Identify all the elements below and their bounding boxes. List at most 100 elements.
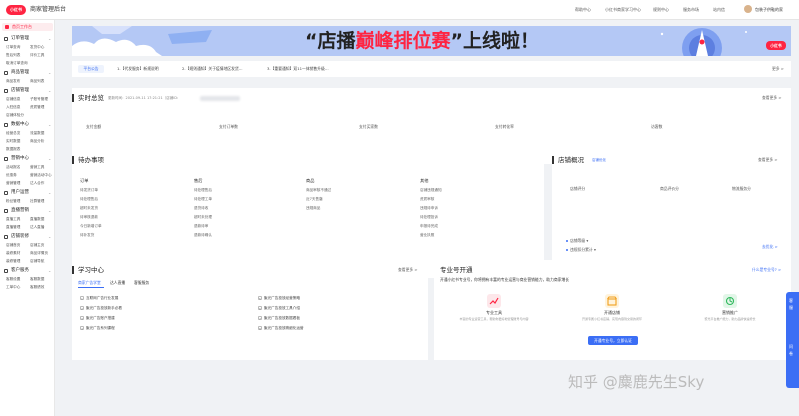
todo-item[interactable]: 违规待申诉	[420, 206, 438, 211]
todo-item[interactable]: 违规商品	[306, 206, 320, 211]
sidebar-item[interactable]: 店铺首页	[6, 243, 20, 248]
sidebar-item[interactable]: 数据报表	[6, 147, 20, 152]
sidebar-item[interactable]: 客服数据	[30, 277, 44, 282]
sidebar-item[interactable]: 直播数据	[30, 217, 44, 222]
sidebar-item[interactable]: 达人合作	[30, 181, 44, 186]
tab-service[interactable]: 客服服务	[134, 280, 149, 286]
sidebar-section-header[interactable]: 订单管理 ⌄	[4, 36, 52, 42]
sidebar-item[interactable]: 店铺体验分	[6, 113, 24, 118]
sidebar-item[interactable]: 店铺信息	[6, 97, 20, 102]
todo-item[interactable]: 待补发货	[80, 233, 94, 238]
sidebar-section-header[interactable]: 数据中心 ⌄	[4, 122, 52, 128]
sidebar-item[interactable]: 优惠券	[6, 173, 17, 178]
course-item[interactable]: 4 聚光广告系列课程	[80, 326, 115, 331]
course-item[interactable]: 1 互联网广告行业发展	[80, 296, 118, 301]
course-item[interactable]: 2 聚光广告投放新手必看	[80, 306, 122, 311]
sidebar-item[interactable]: 商品列表	[30, 79, 44, 84]
sidebar-section-header[interactable]: 营销中心 ⌄	[4, 156, 52, 162]
todo-item[interactable]: 资质审核	[420, 197, 434, 202]
top-link-rules[interactable]: 规则中心	[653, 7, 669, 13]
sidebar-item[interactable]: 工单中心	[6, 285, 20, 290]
promo-banner[interactable]: “店播巅峰排位赛”上线啦！ 小红书	[72, 26, 791, 56]
sidebar-section-header[interactable]: 商品管理 ⌄	[4, 70, 52, 76]
todo-item[interactable]: 店铺违规通知	[420, 188, 442, 193]
todo-item[interactable]: 待审核退款	[80, 215, 98, 220]
todo-item[interactable]: 待处理售后	[194, 188, 212, 193]
float-tab-survey[interactable]: 问	[789, 344, 793, 349]
todo-item[interactable]: 商品审核不通过	[306, 188, 331, 193]
todo-item[interactable]: 超时未发货	[80, 206, 98, 211]
shop-optimize-link[interactable]: 去优化 >	[762, 244, 778, 250]
learning-more-link[interactable]: 查看更多 >	[398, 267, 418, 273]
sidebar-item[interactable]: 直播工具	[6, 217, 20, 222]
shop-more-link[interactable]: 查看更多 >	[758, 157, 778, 163]
tab-live[interactable]: 达人直播	[110, 280, 125, 286]
todo-item[interactable]: 待处理售后	[80, 197, 98, 202]
top-link-help[interactable]: 帮助中心	[575, 7, 591, 13]
user-name[interactable]: 包装子供鞋的家	[755, 7, 783, 13]
notice-item[interactable]: 1.【代发服务】新规说明	[117, 66, 159, 72]
sidebar-item-home[interactable]: 首页工作台	[2, 23, 53, 31]
sidebar-item[interactable]: 子账号管理	[30, 97, 48, 102]
shop-subtitle[interactable]: 店铺优化	[592, 158, 606, 163]
todo-item[interactable]: 近7天售罄	[306, 197, 323, 202]
sidebar-item[interactable]: 装修管理	[6, 259, 20, 264]
sidebar-section-header[interactable]: 店铺管理 ⌄	[4, 88, 52, 94]
sidebar-item[interactable]: 直播管理	[6, 225, 20, 230]
sidebar-item[interactable]: 装修素材	[6, 251, 20, 256]
sidebar-item[interactable]: 实时数据	[6, 139, 20, 144]
todo-item[interactable]: 营业执照	[420, 233, 434, 238]
sidebar-item[interactable]: 入驻信息	[6, 105, 20, 110]
todo-item[interactable]: 退款待审	[194, 224, 208, 229]
todo-item[interactable]: 退款待确认	[194, 233, 212, 238]
sidebar-item[interactable]: 店铺主页	[30, 243, 44, 248]
course-item[interactable]: 7 聚光广告投放数据看板	[258, 316, 300, 321]
sidebar-item[interactable]: 营销工具	[30, 165, 44, 170]
avatar[interactable]	[744, 5, 752, 13]
course-item[interactable]: 6 聚光广告投放工具介绍	[258, 306, 300, 311]
sidebar-item[interactable]: 营销管理	[6, 181, 20, 186]
sidebar-section-header[interactable]: 用户运营 ⌄	[4, 190, 52, 196]
sidebar-item[interactable]: 社群管理	[30, 199, 44, 204]
sidebar-item[interactable]: 客服设置	[6, 277, 20, 282]
sidebar-item[interactable]: 商品发布	[6, 79, 20, 84]
todo-item[interactable]: 待发货订单	[80, 188, 98, 193]
sidebar-item[interactable]: 资质管理	[30, 105, 44, 110]
course-item[interactable]: 3 聚光广告账户搭建	[80, 316, 115, 321]
todo-item[interactable]: 退货待收	[194, 206, 208, 211]
sidebar-item[interactable]: 发货中心	[30, 45, 44, 50]
sidebar-item[interactable]: 售后列表	[6, 53, 20, 58]
sidebar-item[interactable]: 取消订单查询	[6, 61, 28, 66]
sidebar-item[interactable]: 评价工具	[30, 53, 44, 58]
course-item[interactable]: 8 聚光广告投放精细化运营	[258, 326, 304, 331]
sidebar-item[interactable]: 营销活动中心	[30, 173, 52, 178]
notice-more-link[interactable]: 更多 >	[772, 66, 784, 72]
course-item[interactable]: 5 聚光广告投放经营策略	[258, 296, 300, 301]
sidebar-item[interactable]: 商品分析	[30, 139, 44, 144]
top-link-messages[interactable]: 站内信	[713, 7, 725, 13]
sidebar-item[interactable]: 经营总览	[6, 131, 20, 136]
sidebar-section-header[interactable]: 店铺装修 ⌄	[4, 234, 52, 240]
tab-ads[interactable]: 商家广告学堂	[78, 280, 101, 286]
notice-item[interactable]: 2.【规则通知】关于疫情地区发货…	[182, 66, 243, 72]
todo-item[interactable]: 超时未处理	[194, 215, 212, 220]
sidebar-item[interactable]: 粉丝管理	[6, 199, 20, 204]
sidebar-item[interactable]: 达人直播	[30, 225, 44, 230]
top-link-learning[interactable]: 小红书商家学习中心	[605, 7, 641, 13]
sidebar-section-header[interactable]: 直播营销 ⌄	[4, 208, 52, 214]
todo-item[interactable]: 待处理投诉	[420, 215, 438, 220]
sidebar-item[interactable]: 客服绩效	[30, 285, 44, 290]
float-tab-service[interactable]: 客	[789, 298, 793, 303]
notice-item[interactable]: 3.【重要通知】双11一体销售升级…	[267, 66, 329, 72]
todo-item[interactable]: 申报待完成	[420, 224, 438, 229]
todo-item[interactable]: 今日新增订单	[80, 224, 102, 229]
sidebar-item[interactable]: 商品详情页	[30, 251, 48, 256]
sidebar-item[interactable]: 活动报名	[6, 165, 20, 170]
open-pro-button[interactable]: 开通专业号，立即认证	[588, 336, 638, 345]
brand-logo[interactable]: 小红书	[6, 5, 26, 15]
todo-item[interactable]: 待处理工单	[194, 197, 212, 202]
sidebar-item[interactable]: 店铺导航	[30, 259, 44, 264]
sidebar-item[interactable]: 订单查询	[6, 45, 20, 50]
realtime-more-link[interactable]: 查看更多 >	[762, 95, 782, 101]
pro-more-link[interactable]: 什么是专业号? >	[752, 267, 781, 273]
